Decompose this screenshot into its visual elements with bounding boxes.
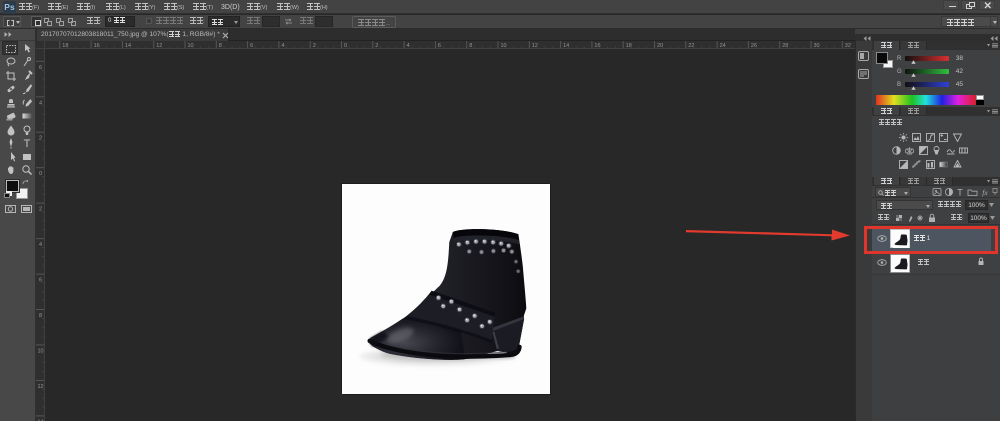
svg-text:4: 4 (39, 242, 42, 248)
svg-text:T: T (957, 187, 963, 197)
svg-text:2: 2 (39, 207, 42, 213)
svg-text:T: T (23, 138, 30, 149)
svg-text:6: 6 (39, 65, 42, 71)
svg-text:2: 2 (39, 136, 42, 142)
svg-text:fx: fx (982, 188, 988, 197)
svg-text:0: 0 (39, 171, 42, 177)
svg-text:8: 8 (39, 313, 42, 319)
svg-text:6: 6 (39, 278, 42, 284)
svg-text:4: 4 (39, 100, 42, 106)
